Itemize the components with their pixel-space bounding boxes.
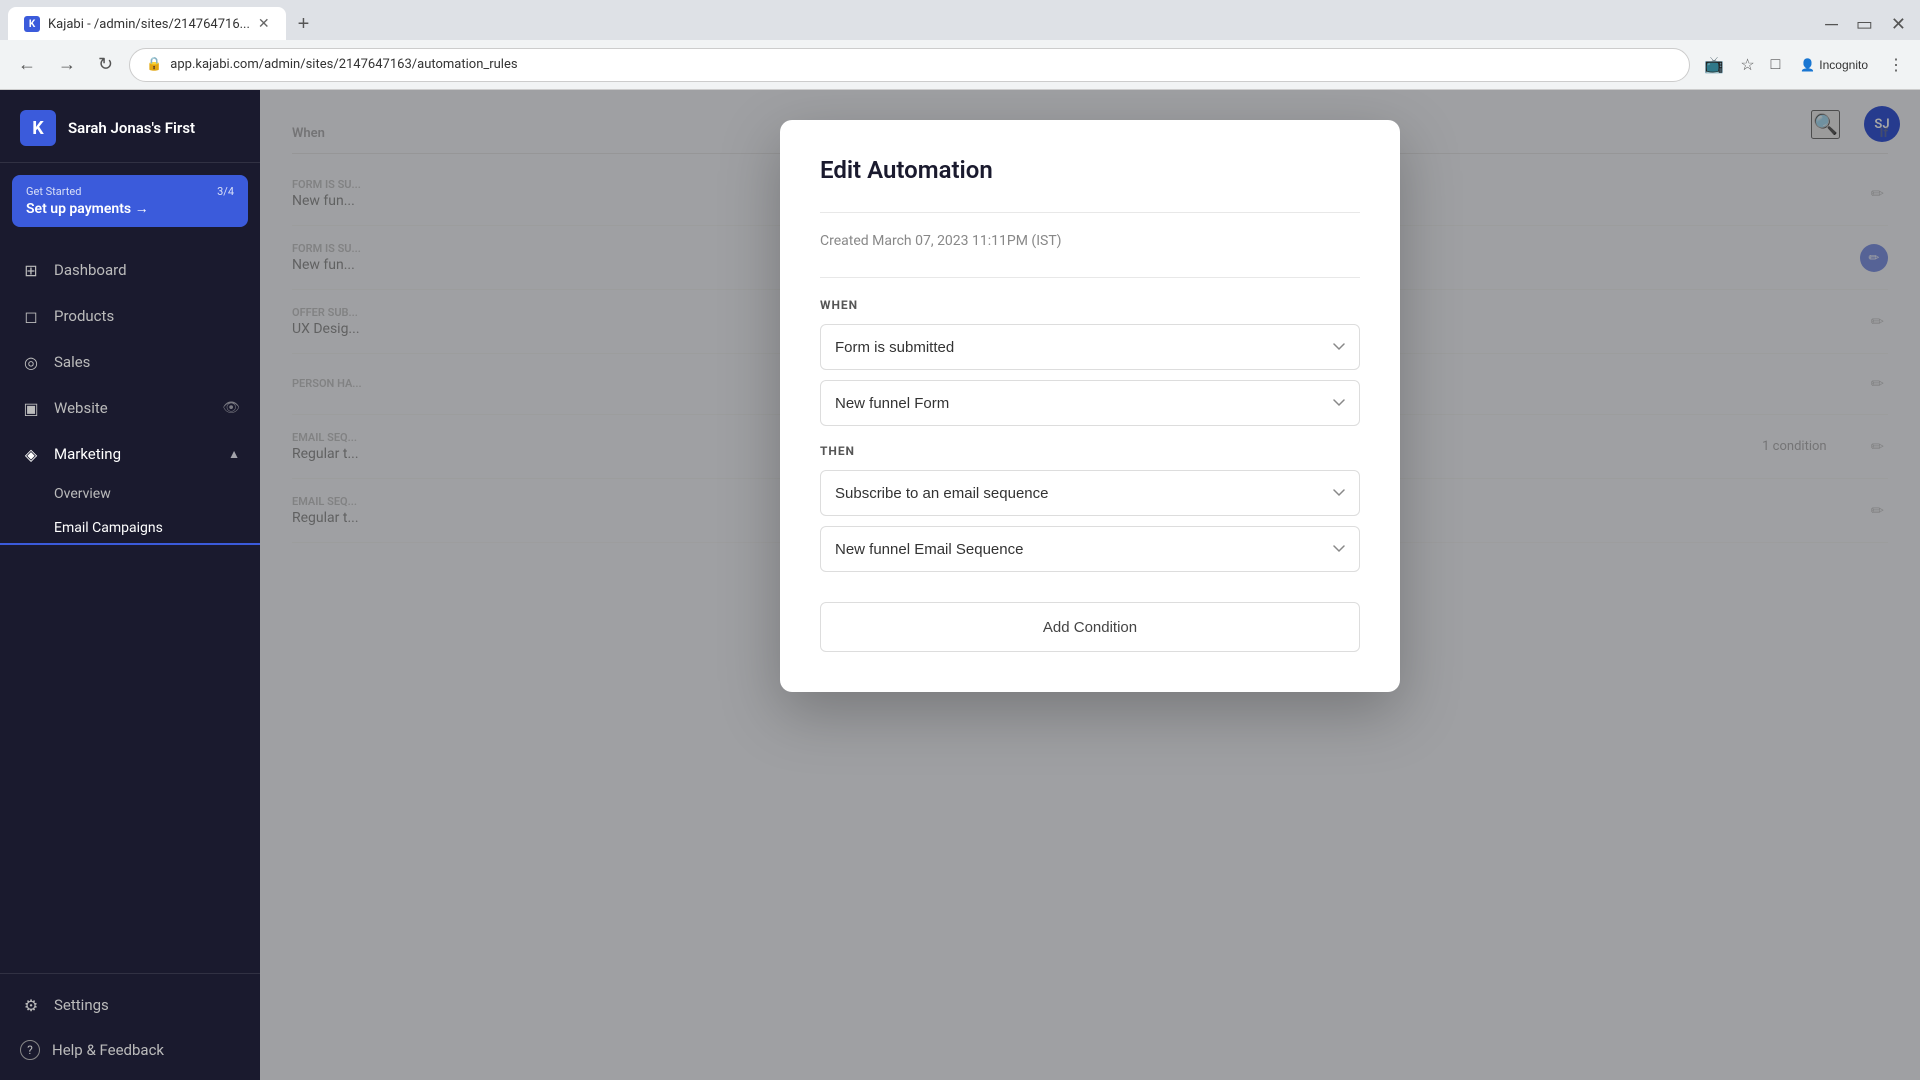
sidebar-item-settings[interactable]: ⚙ Settings — [0, 982, 260, 1028]
sidebar-item-label-help: Help & Feedback — [52, 1041, 164, 1059]
edit-automation-modal: Edit Automation Created March 07, 2023 1… — [780, 120, 1400, 692]
when-form-select[interactable]: New funnel Form — [820, 380, 1360, 426]
then-action-select[interactable]: Subscribe to an email sequence — [820, 470, 1360, 516]
sidebar-item-label-products: Products — [54, 307, 114, 325]
bookmark-icon[interactable]: ☆ — [1736, 51, 1758, 79]
cta-title: Set up payments → — [26, 200, 234, 217]
screen-cast-icon[interactable]: 📺 — [1700, 51, 1728, 79]
sidebar-item-marketing[interactable]: ◈ Marketing ▲ — [0, 431, 260, 477]
sidebar-item-label-settings: Settings — [54, 996, 109, 1014]
then-sequence-select[interactable]: New funnel Email Sequence — [820, 526, 1360, 572]
url-text: app.kajabi.com/admin/sites/2147647163/au… — [170, 57, 517, 72]
modal-divider-2 — [820, 277, 1360, 278]
sidebar-item-help[interactable]: ? Help & Feedback — [0, 1028, 260, 1072]
minimize-button[interactable]: ─ — [1819, 10, 1844, 39]
add-condition-button[interactable]: Add Condition — [820, 602, 1360, 652]
main-content: 🔍 SJ When If Form is su... New fun... ✏ — [260, 90, 1920, 1080]
incognito-button[interactable]: 👤 Incognito — [1792, 54, 1876, 76]
website-icon: ▣ — [20, 397, 42, 419]
sidebar-item-label-sales: Sales — [54, 353, 90, 371]
sidebar-sub-item-email-campaigns[interactable]: Email Campaigns — [0, 511, 260, 545]
cta-badge: 3/4 — [217, 185, 234, 198]
then-label: THEN — [820, 444, 1360, 458]
sidebar: K Sarah Jonas's First Get Started 3/4 Se… — [0, 90, 260, 1080]
address-bar[interactable]: 🔒 app.kajabi.com/admin/sites/2147647163/… — [129, 48, 1690, 82]
browser-tab[interactable]: K Kajabi - /admin/sites/214764716... ✕ — [8, 7, 286, 41]
sidebar-header: K Sarah Jonas's First — [0, 90, 260, 163]
help-icon: ? — [20, 1040, 40, 1060]
sidebar-item-products[interactable]: ◻ Products — [0, 293, 260, 339]
browser-chrome: K Kajabi - /admin/sites/214764716... ✕ +… — [0, 0, 1920, 90]
refresh-button[interactable]: ↻ — [92, 50, 119, 79]
forward-button[interactable]: → — [52, 50, 82, 79]
marketing-collapse-icon: ▲ — [228, 447, 240, 461]
website-eye-icon[interactable]: 👁 — [222, 400, 240, 416]
back-button[interactable]: ← — [12, 50, 42, 79]
sidebar-brand: Sarah Jonas's First — [68, 119, 195, 137]
sidebar-item-website[interactable]: ▣ Website 👁 — [0, 385, 260, 431]
when-trigger-select[interactable]: Form is submitted — [820, 324, 1360, 370]
modal-created-text: Created March 07, 2023 11:11PM (IST) — [820, 233, 1360, 249]
modal-title: Edit Automation — [820, 156, 1360, 184]
dashboard-icon: ⊞ — [20, 259, 42, 281]
sidebar-sub-item-overview[interactable]: Overview — [0, 477, 260, 511]
settings-icon: ⚙ — [20, 994, 42, 1016]
tab-title: Kajabi - /admin/sites/214764716... — [48, 17, 250, 32]
cta-label-text: Get Started — [26, 185, 81, 198]
sidebar-item-label-marketing: Marketing — [54, 445, 121, 463]
new-tab-button[interactable]: + — [290, 9, 318, 40]
lock-icon: 🔒 — [146, 57, 162, 72]
tab-close-icon[interactable]: ✕ — [258, 16, 270, 32]
sales-icon: ◎ — [20, 351, 42, 373]
sidebar-logo: K — [20, 110, 56, 146]
when-label: WHEN — [820, 298, 1360, 312]
sidebar-item-sales[interactable]: ◎ Sales — [0, 339, 260, 385]
marketing-icon: ◈ — [20, 443, 42, 465]
menu-button[interactable]: ⋮ — [1884, 51, 1908, 79]
sidebar-item-dashboard[interactable]: ⊞ Dashboard — [0, 247, 260, 293]
tab-favicon: K — [24, 16, 40, 32]
when-section: WHEN Form is submitted New funnel Form — [820, 298, 1360, 436]
get-started-cta[interactable]: Get Started 3/4 Set up payments → — [12, 175, 248, 227]
modal-overlay[interactable]: Edit Automation Created March 07, 2023 1… — [260, 90, 1920, 1080]
then-section: THEN Subscribe to an email sequence New … — [820, 444, 1360, 582]
sidebar-item-label-dashboard: Dashboard — [54, 261, 127, 279]
maximize-button[interactable]: ▭ — [1850, 10, 1879, 39]
extension-icon[interactable]: □ — [1767, 52, 1785, 78]
modal-divider-1 — [820, 212, 1360, 213]
products-icon: ◻ — [20, 305, 42, 327]
sidebar-item-label-website: Website — [54, 399, 108, 417]
close-window-button[interactable]: ✕ — [1885, 10, 1912, 39]
